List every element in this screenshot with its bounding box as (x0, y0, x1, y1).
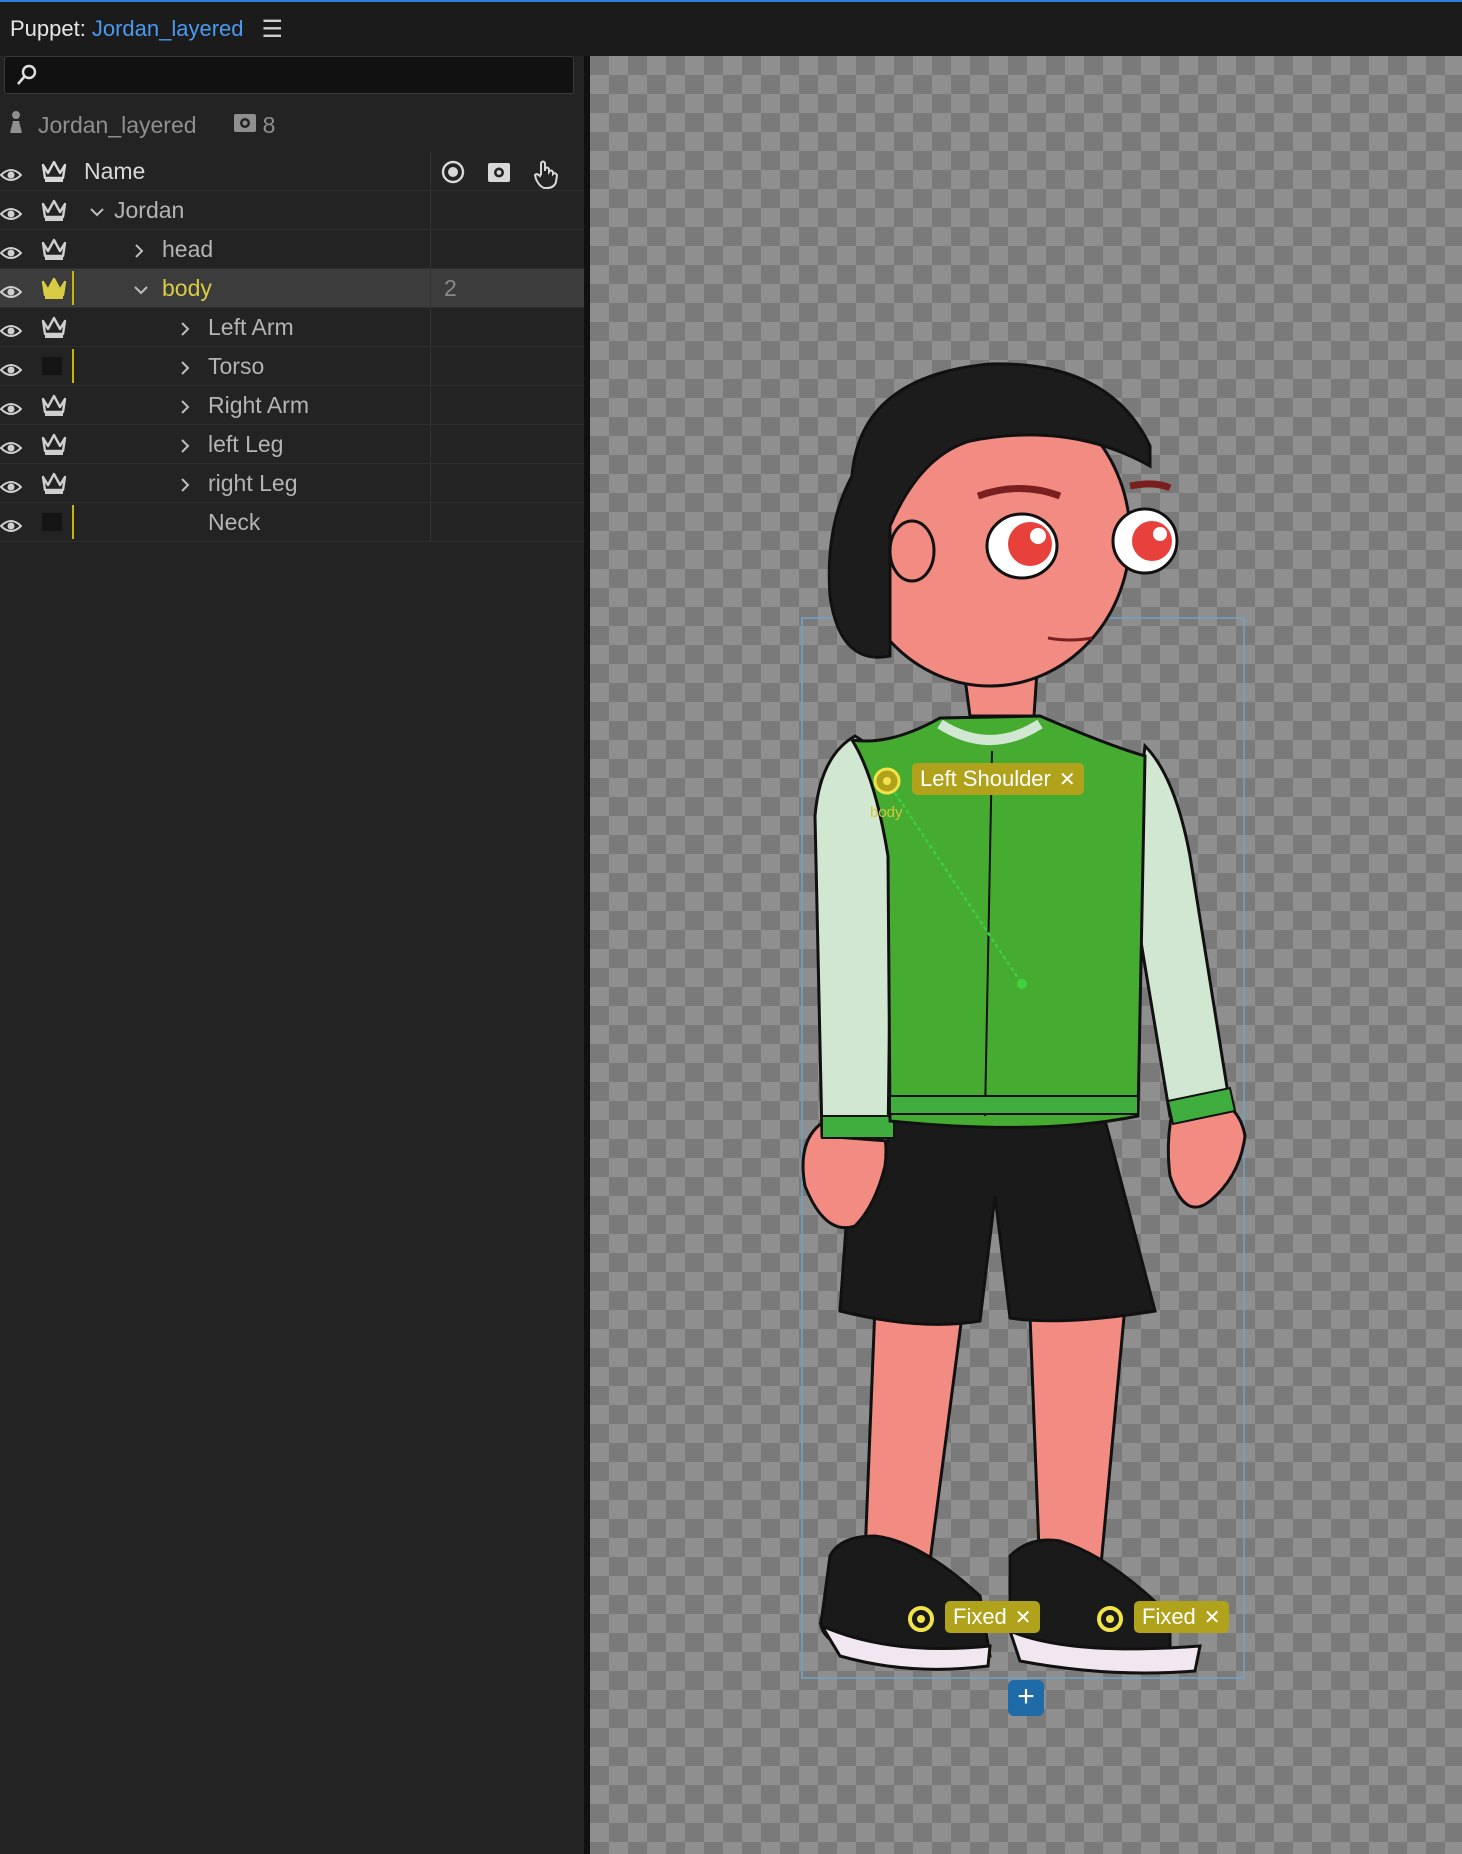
independent-toggle[interactable] (42, 513, 62, 531)
layer-row[interactable]: right Leg (0, 464, 584, 503)
visibility-eye-icon[interactable] (0, 240, 23, 267)
layer-row[interactable]: Neck (0, 503, 584, 542)
puppet-canvas[interactable]: body Left Shoulder ✕ Fixed ✕ Fixed ✕ + (590, 56, 1462, 1854)
chevron-right-icon[interactable] (130, 239, 148, 266)
layer-tree: Name Jordan head body 2 Left Arm Torso R… (0, 152, 584, 542)
visibility-eye-icon[interactable] (0, 201, 23, 228)
add-handle-button[interactable]: + (1008, 1680, 1044, 1716)
handle-column-hand-icon (532, 159, 560, 195)
left-shoulder-handle-label[interactable]: Left Shoulder ✕ (912, 763, 1084, 795)
visibility-eye-icon[interactable] (0, 474, 23, 501)
handle-label-text: Fixed (1142, 1604, 1196, 1629)
layer-name: head (162, 236, 214, 262)
origin-column-icon (440, 159, 466, 191)
behavior-count-value: 8 (262, 111, 276, 138)
hamburger-menu-icon[interactable]: ☰ (262, 15, 284, 44)
puppet-name: Jordan_layered (38, 111, 197, 138)
layer-name: Jordan (114, 197, 185, 223)
panel-header: Puppet: Jordan_layered ☰ (0, 2, 1462, 56)
layer-row[interactable]: left Leg (0, 425, 584, 464)
close-icon[interactable]: ✕ (1059, 767, 1076, 792)
fixed-handle-right-label[interactable]: Fixed ✕ (1134, 1601, 1229, 1633)
search-input[interactable] (4, 56, 574, 94)
chevron-right-icon[interactable] (176, 356, 194, 383)
search-icon (15, 63, 39, 92)
visibility-eye-icon[interactable] (0, 318, 23, 345)
behavior-count: 8 (227, 111, 276, 139)
puppet-name-link[interactable]: Jordan_layered (92, 16, 244, 42)
layer-row[interactable]: Torso (0, 347, 584, 386)
crown-icon[interactable] (40, 432, 68, 462)
crown-icon[interactable] (40, 393, 68, 423)
handle-count: 2 (444, 275, 457, 301)
chevron-right-icon[interactable] (176, 395, 194, 422)
visibility-header-eye-icon (0, 162, 23, 189)
tag-marker (72, 271, 74, 305)
chevron-down-icon[interactable] (88, 200, 106, 227)
crown-icon[interactable] (40, 198, 68, 228)
visibility-eye-icon[interactable] (0, 279, 23, 306)
visibility-eye-icon[interactable] (0, 396, 23, 423)
visibility-eye-icon[interactable] (0, 357, 23, 384)
puppet-icon (8, 109, 24, 141)
handle-label-text: Fixed (953, 1604, 1007, 1629)
layer-name: left Leg (208, 431, 284, 457)
tag-marker (72, 505, 74, 539)
name-column-header[interactable]: Name (84, 158, 145, 185)
close-icon[interactable]: ✕ (1204, 1605, 1221, 1630)
layer-name: Neck (208, 509, 261, 535)
layer-name: Left Arm (208, 314, 294, 340)
independent-toggle[interactable] (42, 357, 62, 375)
layer-tree-header: Name (0, 152, 584, 191)
character-artwork (801, 362, 1247, 1679)
handle-label-text: Left Shoulder (920, 766, 1051, 791)
behavior-gear-icon (233, 111, 257, 139)
layer-name: right Leg (208, 470, 298, 496)
behavior-column-icon (486, 159, 512, 191)
layer-row[interactable]: Right Arm (0, 386, 584, 425)
visibility-eye-icon[interactable] (0, 513, 23, 540)
layer-row-selected[interactable]: body 2 (0, 269, 584, 308)
crown-icon-active[interactable] (40, 276, 68, 306)
close-icon[interactable]: ✕ (1015, 1605, 1032, 1630)
visibility-eye-icon[interactable] (0, 435, 23, 462)
crown-icon[interactable] (40, 315, 68, 345)
crown-icon[interactable] (40, 471, 68, 501)
chevron-down-icon[interactable] (132, 278, 150, 305)
origin-label: body (870, 804, 903, 821)
tag-marker (72, 349, 74, 383)
chevron-right-icon[interactable] (176, 317, 194, 344)
chevron-right-icon[interactable] (176, 434, 194, 461)
panel-title-label: Puppet: (10, 16, 86, 41)
layer-row[interactable]: Left Arm (0, 308, 584, 347)
layer-row[interactable]: Jordan (0, 191, 584, 230)
chevron-right-icon[interactable] (176, 473, 194, 500)
fixed-handle-left-label[interactable]: Fixed ✕ (945, 1601, 1040, 1633)
layer-name: body (162, 275, 212, 301)
crown-icon[interactable] (40, 237, 68, 267)
tag-header-crown-icon (40, 159, 68, 189)
layer-row[interactable]: head (0, 230, 584, 269)
layer-name: Torso (208, 353, 265, 379)
layer-name: Right Arm (208, 392, 309, 418)
puppet-info: Jordan_layered 8 (0, 106, 275, 144)
